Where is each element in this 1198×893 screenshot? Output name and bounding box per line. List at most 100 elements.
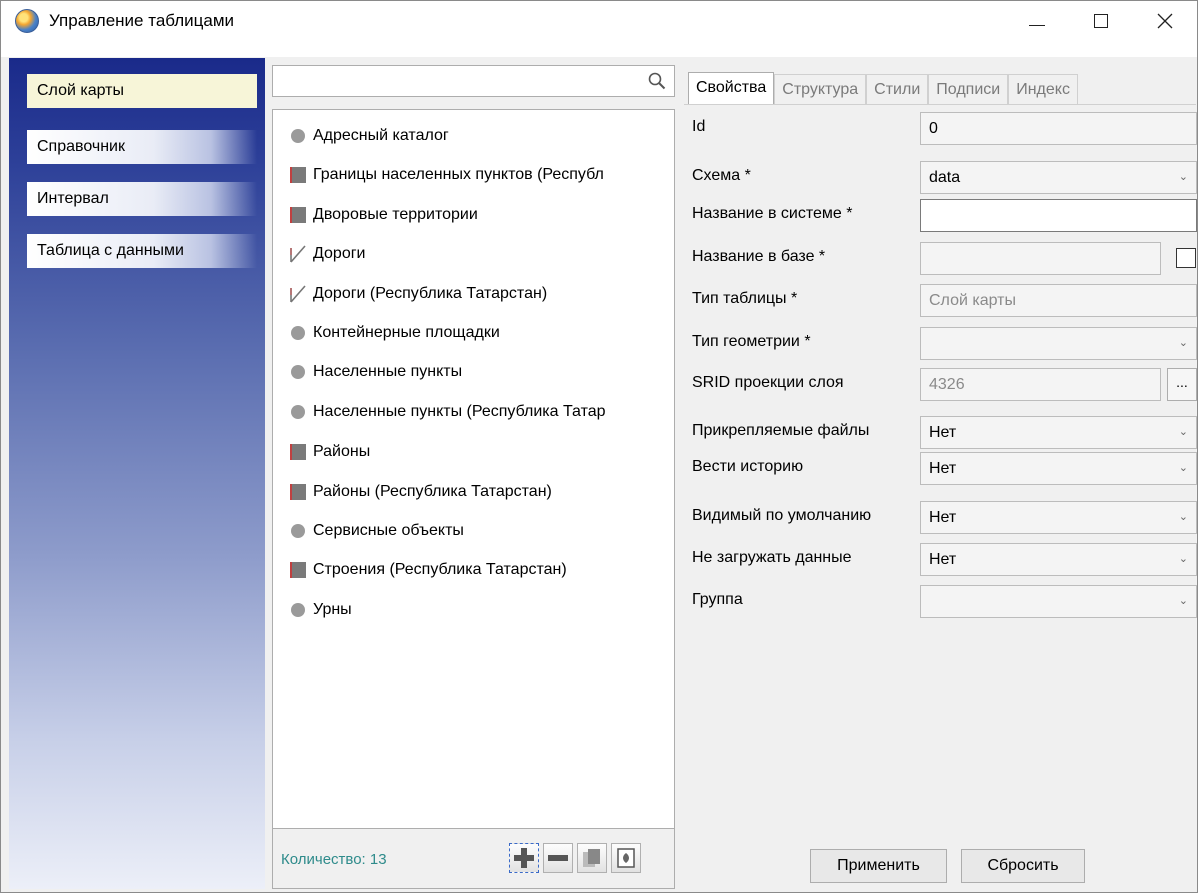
tab-styles[interactable]: Стили [866,74,929,104]
db-name-input[interactable] [920,242,1161,275]
system-name-input[interactable] [920,199,1197,232]
maximize-button[interactable] [1069,1,1133,41]
srid-field: 4326 [920,368,1161,401]
geometry-type-select[interactable]: ⌄ [920,327,1197,360]
group-label: Группа [692,591,743,608]
list-item[interactable]: Адресный каталог [289,124,449,148]
form-row-srid: SRID проекции слоя 4326 ... [692,368,1197,402]
db-name-checkbox[interactable] [1176,248,1196,268]
reset-button[interactable]: Сбросить [961,849,1085,883]
form-row-geometry-type: Тип геометрии * ⌄ [692,327,1197,361]
list-item[interactable]: Сервисные объекты [289,519,464,543]
list-item-label: Строения (Республика Татарстан) [313,561,567,578]
remove-table-button[interactable] [543,843,573,873]
minus-icon [548,855,568,861]
srid-browse-button[interactable]: ... [1167,368,1197,401]
point-layer-icon [289,403,307,421]
list-item-label: Адресный каталог [313,127,449,144]
form-row-system-name: Название в системе * [692,199,1197,233]
list-item[interactable]: Границы населенных пунктов (Республ [289,163,604,187]
attach-files-label: Прикрепляемые файлы [692,422,870,439]
export-table-button[interactable] [611,843,641,873]
export-icon [617,848,635,868]
point-layer-icon [289,363,307,381]
globe-icon [15,9,39,33]
plus-icon [514,848,534,868]
form-row-history: Вести историю Нет ⌄ [692,452,1197,486]
table-type-field: Слой карты [920,284,1197,317]
visible-default-select[interactable]: Нет ⌄ [920,501,1197,534]
srid-label: SRID проекции слоя [692,374,844,391]
visible-default-label: Видимый по умолчанию [692,507,872,524]
form-row-group: Группа ⌄ [692,585,1197,619]
table-type-label: Тип таблицы * [692,290,798,307]
list-item[interactable]: Населенные пункты [289,360,462,384]
visible-default-value: Нет [929,509,957,526]
minimize-button[interactable] [1005,1,1069,41]
polygon-layer-icon [289,561,307,579]
chevron-down-icon: ⌄ [1178,171,1188,183]
form-row-visible-default: Видимый по умолчанию Нет ⌄ [692,501,1197,535]
polygon-layer-icon [289,443,307,461]
search-icon[interactable] [648,72,666,90]
group-select[interactable]: ⌄ [920,585,1197,618]
list-item[interactable]: Населенные пункты (Республика Татар [289,400,606,424]
search-box [272,65,675,97]
list-item[interactable]: Дороги [289,242,365,266]
nav-item-reference[interactable]: Справочник [27,130,257,164]
chevron-down-icon: ⌄ [1178,337,1188,349]
no-load-value: Нет [929,551,957,568]
search-input[interactable] [277,68,637,94]
table-type-sidebar: Слой карты Справочник Интервал Таблица с… [9,58,265,889]
tab-properties[interactable]: Свойства [688,72,775,104]
history-value: Нет [929,460,957,477]
list-item-label: Дворовые территории [313,206,478,223]
chevron-down-icon: ⌄ [1178,595,1188,607]
tab-labels[interactable]: Подписи [928,74,1009,104]
list-item-label: Дороги (Республика Татарстан) [313,285,548,302]
properties-tabs: Свойства Структура Стили Подписи Индекс [688,72,1078,104]
list-item[interactable]: Дороги (Республика Татарстан) [289,282,547,306]
list-item[interactable]: Контейнерные площадки [289,321,500,345]
table-list: Адресный каталог Границы населенных пунк… [272,109,675,829]
tab-structure[interactable]: Структура [774,74,867,104]
copy-icon [583,849,600,867]
list-item[interactable]: Районы [289,440,370,464]
form-row-attach-files: Прикрепляемые файлы Нет ⌄ [692,416,1197,450]
chevron-down-icon: ⌄ [1178,426,1188,438]
no-load-select[interactable]: Нет ⌄ [920,543,1197,576]
list-item-label: Границы населенных пунктов (Республ [313,166,604,183]
add-table-button[interactable] [509,843,539,873]
nav-item-map-layer[interactable]: Слой карты [27,74,257,108]
chevron-down-icon: ⌄ [1178,553,1188,565]
copy-table-button[interactable] [577,843,607,873]
attach-files-select[interactable]: Нет ⌄ [920,416,1197,449]
nav-item-interval[interactable]: Интервал [27,182,257,216]
nav-item-data-table[interactable]: Таблица с данными [27,234,257,268]
attach-files-value: Нет [929,424,957,441]
list-item-label: Дороги [313,245,366,262]
line-layer-icon [289,285,307,303]
id-field: 0 [920,112,1197,145]
tab-index[interactable]: Индекс [1008,74,1078,104]
item-count: Количество: 13 [281,851,387,868]
polygon-layer-icon [289,483,307,501]
window-title: Управление таблицами [49,11,235,30]
form-row-id: Id 0 [692,112,1197,146]
apply-button[interactable]: Применить [810,849,947,883]
list-item[interactable]: Дворовые территории [289,203,478,227]
list-item-label: Районы (Республика Татарстан) [313,483,552,500]
maximize-icon [1094,14,1108,28]
list-item-label: Населенные пункты (Республика Татар [313,403,606,420]
point-layer-icon [289,522,307,540]
close-icon [1157,13,1173,29]
list-item[interactable]: Строения (Республика Татарстан) [289,558,567,582]
geometry-type-label: Тип геометрии * [692,333,811,350]
history-select[interactable]: Нет ⌄ [920,452,1197,485]
schema-select[interactable]: data ⌄ [920,161,1197,194]
list-item[interactable]: Районы (Республика Татарстан) [289,480,552,504]
chevron-down-icon: ⌄ [1178,511,1188,523]
list-item[interactable]: Урны [289,598,352,622]
close-button[interactable] [1133,1,1197,41]
list-item-label: Сервисные объекты [313,522,464,539]
